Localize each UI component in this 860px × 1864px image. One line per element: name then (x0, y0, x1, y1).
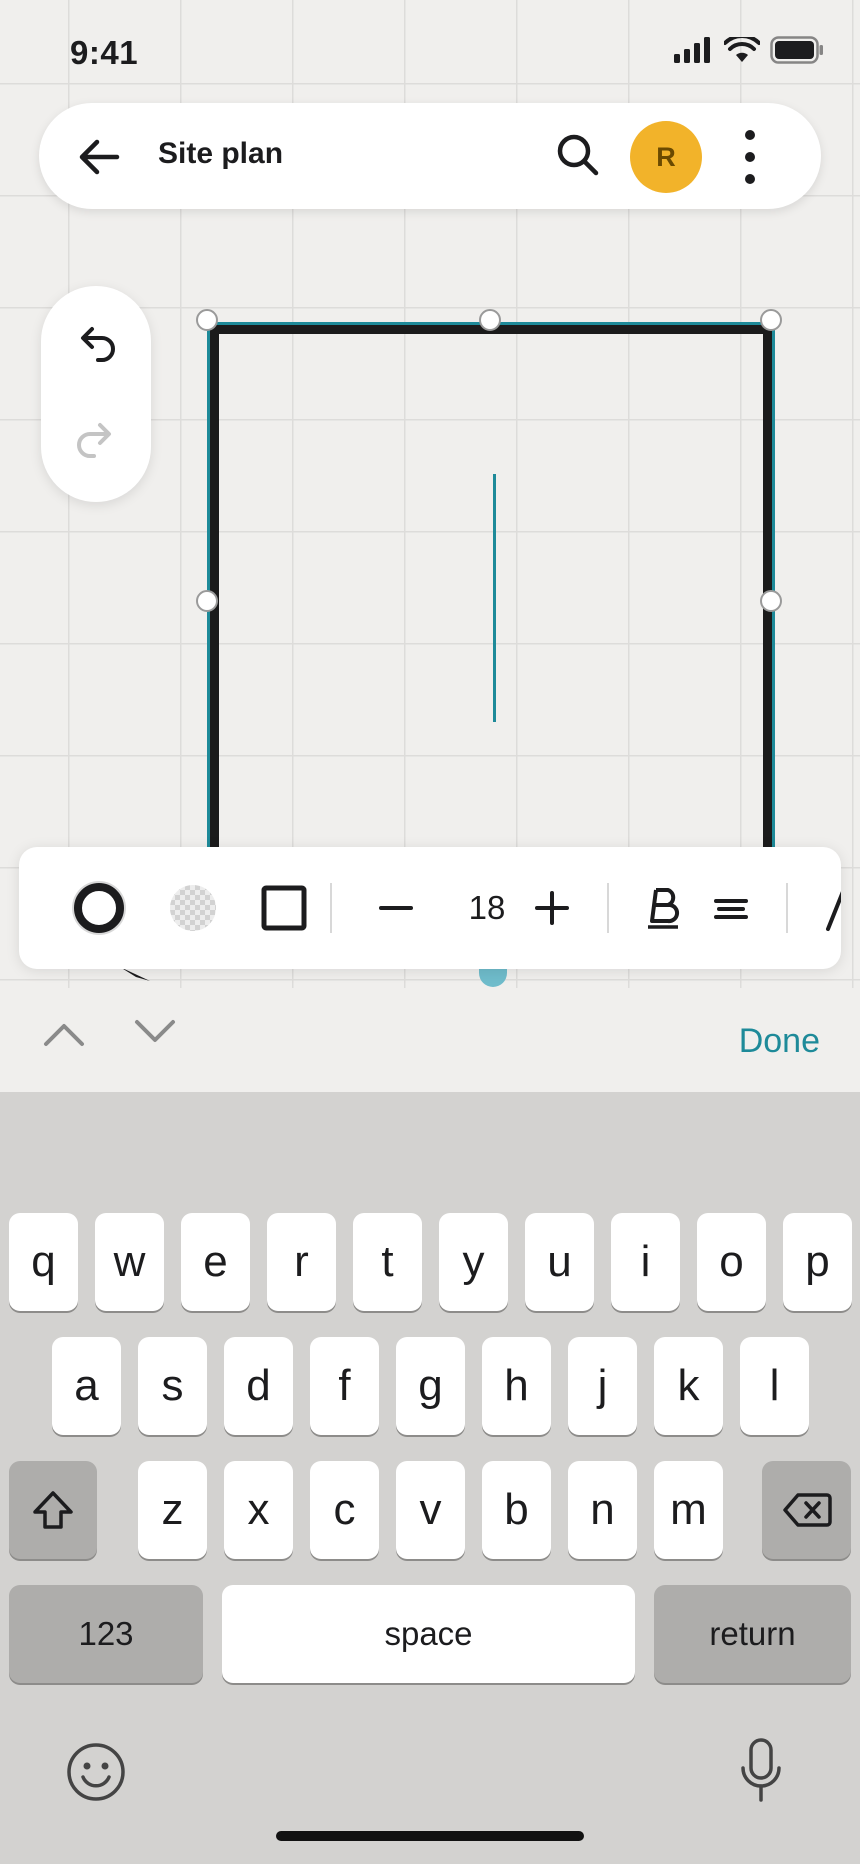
text-cursor (493, 474, 496, 722)
minus-icon (379, 906, 413, 910)
keyboard-accessory-bar (0, 988, 860, 1092)
key-j[interactable]: j (568, 1337, 637, 1435)
redo-icon[interactable] (71, 416, 121, 466)
format-toolbar: 18 (19, 847, 841, 969)
font-size-value: 18 (468, 889, 506, 926)
chevron-down-icon[interactable] (133, 1016, 177, 1046)
key-v[interactable]: v (396, 1461, 465, 1559)
shape-style-button[interactable] (257, 881, 311, 935)
plus-icon (535, 891, 569, 925)
key-u[interactable]: u (525, 1213, 594, 1311)
search-icon[interactable] (551, 128, 605, 182)
undo-redo-panel (41, 286, 151, 502)
key-q[interactable]: q (9, 1213, 78, 1311)
decrease-font-size-button[interactable] (369, 881, 423, 935)
align-center-icon (714, 899, 748, 919)
status-icons (674, 36, 824, 64)
undo-icon[interactable] (71, 320, 121, 370)
bold-icon (648, 888, 680, 929)
resize-handle-top-right[interactable] (760, 309, 782, 331)
key-y[interactable]: y (439, 1213, 508, 1311)
key-s[interactable]: s (138, 1337, 207, 1435)
space-key[interactable]: space (222, 1585, 635, 1683)
toolbar-divider (786, 883, 788, 933)
key-l[interactable]: l (740, 1337, 809, 1435)
key-m[interactable]: m (654, 1461, 723, 1559)
key-z[interactable]: z (138, 1461, 207, 1559)
key-a[interactable]: a (52, 1337, 121, 1435)
key-c[interactable]: c (310, 1461, 379, 1559)
user-avatar[interactable]: R (630, 121, 702, 193)
transparent-fill-swatch (170, 885, 216, 931)
key-f[interactable]: f (310, 1337, 379, 1435)
done-button[interactable]: Done (739, 1022, 820, 1061)
microphone-icon[interactable] (738, 1736, 784, 1806)
status-bar: 9:41 (0, 0, 860, 100)
stroke-color-swatch (74, 883, 124, 933)
battery-icon (770, 36, 823, 64)
key-h[interactable]: h (482, 1337, 551, 1435)
chevron-up-icon[interactable] (42, 1018, 86, 1048)
text-align-button[interactable] (704, 881, 758, 935)
key-p[interactable]: p (783, 1213, 852, 1311)
return-key[interactable]: return (654, 1585, 851, 1683)
emoji-icon[interactable] (66, 1742, 126, 1802)
key-i[interactable]: i (611, 1213, 680, 1311)
key-t[interactable]: t (353, 1213, 422, 1311)
stroke-color-button[interactable] (72, 881, 126, 935)
square-outline-icon (261, 885, 307, 931)
resize-handle-middle-left[interactable] (196, 590, 218, 612)
selected-rectangle-shape[interactable] (210, 325, 772, 865)
key-g[interactable]: g (396, 1337, 465, 1435)
resize-handle-top-center[interactable] (479, 309, 501, 331)
top-app-bar: Site plan R (39, 103, 821, 209)
key-d[interactable]: d (224, 1337, 293, 1435)
document-title: Site plan (158, 137, 284, 170)
toolbar-divider (607, 883, 609, 933)
home-indicator[interactable] (276, 1831, 584, 1841)
key-w[interactable]: w (95, 1213, 164, 1311)
wifi-icon (724, 37, 760, 62)
shift-key[interactable] (9, 1461, 97, 1559)
numbers-key[interactable]: 123 (9, 1585, 203, 1683)
status-time: 9:41 (70, 34, 139, 71)
key-n[interactable]: n (568, 1461, 637, 1559)
key-e[interactable]: e (181, 1213, 250, 1311)
key-x[interactable]: x (224, 1461, 293, 1559)
pen-tool-icon[interactable] (824, 885, 841, 935)
key-r[interactable]: r (267, 1213, 336, 1311)
shift-arrow-icon (33, 1491, 73, 1529)
resize-handle-middle-right[interactable] (760, 590, 782, 612)
increase-font-size-button[interactable] (525, 881, 579, 935)
back-arrow-icon[interactable] (73, 131, 125, 183)
cellular-signal-icon (674, 37, 710, 63)
more-options-icon[interactable] (741, 127, 759, 187)
key-o[interactable]: o (697, 1213, 766, 1311)
key-b[interactable]: b (482, 1461, 551, 1559)
resize-handle-top-left[interactable] (196, 309, 218, 331)
toolbar-divider (330, 883, 332, 933)
delete-key[interactable] (762, 1461, 851, 1559)
fill-color-button[interactable] (166, 881, 220, 935)
key-k[interactable]: k (654, 1337, 723, 1435)
bold-button[interactable] (637, 881, 691, 935)
backspace-icon (782, 1493, 832, 1527)
